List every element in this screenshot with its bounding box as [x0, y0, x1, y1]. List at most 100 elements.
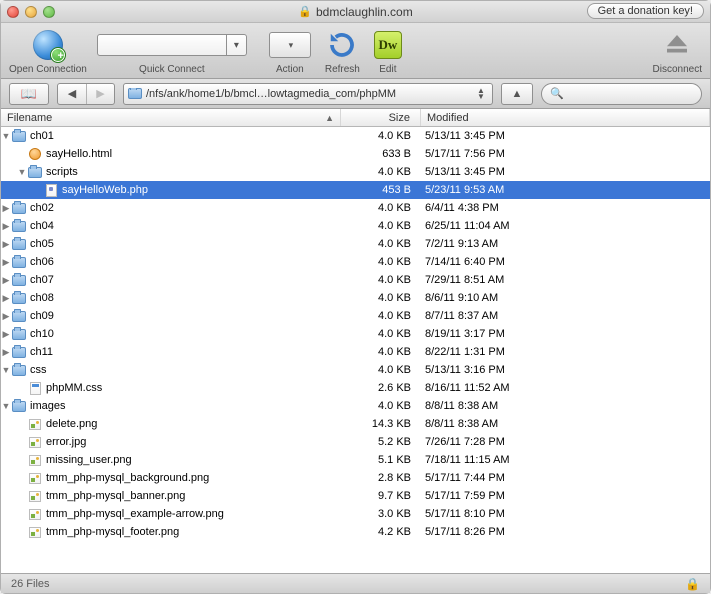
disclosure-triangle-icon[interactable]: ▶: [1, 311, 11, 322]
edit-button[interactable]: Dw Edit: [374, 28, 402, 75]
disconnect-button[interactable]: Disconnect: [653, 28, 702, 75]
file-size: 4.0 KB: [341, 400, 421, 412]
open-connection-label: Open Connection: [9, 64, 87, 75]
action-label: Action: [276, 64, 304, 75]
file-size: 2.6 KB: [341, 382, 421, 394]
file-modified: 5/13/11 3:16 PM: [421, 364, 710, 376]
img-icon: [27, 435, 43, 449]
file-name: tmm_php-mysql_example-arrow.png: [46, 508, 224, 520]
refresh-label: Refresh: [325, 64, 360, 75]
disclosure-triangle-icon[interactable]: ▼: [17, 167, 27, 177]
folder-icon: [11, 309, 27, 323]
disclosure-triangle-icon[interactable]: ▼: [1, 365, 11, 375]
close-button[interactable]: [7, 6, 19, 18]
sort-ascending-icon: ▲: [325, 113, 334, 123]
disclosure-triangle-icon[interactable]: ▶: [1, 275, 11, 286]
up-directory-button[interactable]: ▲: [501, 83, 533, 105]
file-modified: 5/23/11 9:53 AM: [421, 184, 710, 196]
file-name: ch06: [30, 256, 54, 268]
table-row[interactable]: tmm_php-mysql_example-arrow.png3.0 KB5/1…: [1, 505, 710, 523]
refresh-icon: [327, 30, 357, 60]
forward-button[interactable]: ▶: [86, 84, 114, 104]
table-row[interactable]: ▶ch054.0 KB7/2/11 9:13 AM: [1, 235, 710, 253]
disclosure-triangle-icon[interactable]: ▶: [1, 329, 11, 340]
table-row[interactable]: tmm_php-mysql_footer.png4.2 KB5/17/11 8:…: [1, 523, 710, 541]
minimize-button[interactable]: [25, 6, 37, 18]
file-modified: 8/22/11 1:31 PM: [421, 346, 710, 358]
table-row[interactable]: ▶ ch10 4.0 KB8/19/11 3:17 PM: [1, 325, 710, 343]
file-modified: 7/2/11 9:13 AM: [421, 238, 710, 250]
table-row[interactable]: ▶ch094.0 KB8/7/11 8:37 AM: [1, 307, 710, 325]
table-row[interactable]: ▼ch014.0 KB5/13/11 3:45 PM: [1, 127, 710, 145]
disclosure-triangle-icon[interactable]: ▶: [1, 293, 11, 304]
path-dropdown[interactable]: /nfs/ank/home1/b/bmcl…lowtagmedia_com/ph…: [123, 83, 493, 105]
folder-icon: [11, 255, 27, 269]
column-filename[interactable]: Filename ▲: [1, 109, 341, 126]
folder-icon: [11, 345, 27, 359]
file-modified: 8/19/11 3:17 PM: [421, 328, 710, 340]
column-size-label: Size: [389, 112, 410, 124]
book-icon: 📖: [21, 86, 37, 102]
table-row[interactable]: ▶ch024.0 KB6/4/11 4:38 PM: [1, 199, 710, 217]
path-stepper-icon[interactable]: ▲▼: [474, 88, 488, 100]
file-name: sayHelloWeb.php: [62, 184, 148, 196]
table-row[interactable]: ▶ch114.0 KB8/22/11 1:31 PM: [1, 343, 710, 361]
img-icon: [27, 507, 43, 521]
edit-label: Edit: [379, 64, 396, 75]
back-button[interactable]: ◀: [58, 84, 86, 104]
window-title: 🔒 bdmclaughlin.com: [298, 5, 412, 19]
disclosure-triangle-icon[interactable]: ▶: [1, 239, 11, 250]
disclosure-triangle-icon[interactable]: ▶: [1, 203, 11, 214]
disconnect-label: Disconnect: [653, 64, 702, 75]
table-row[interactable]: ▼css4.0 KB5/13/11 3:16 PM: [1, 361, 710, 379]
file-size: 4.0 KB: [341, 202, 421, 214]
table-row[interactable]: ▶ch064.0 KB7/14/11 6:40 PM: [1, 253, 710, 271]
triangle-up-icon: ▲: [512, 88, 523, 100]
quick-connect-field[interactable]: ▾ Quick Connect: [97, 28, 247, 75]
search-input[interactable]: [568, 88, 693, 100]
table-row[interactable]: tmm_php-mysql_banner.png9.7 KB5/17/11 7:…: [1, 487, 710, 505]
table-row[interactable]: ▶ch084.0 KB8/6/11 9:10 AM: [1, 289, 710, 307]
search-field[interactable]: 🔍: [541, 83, 702, 105]
file-size: 14.3 KB: [341, 418, 421, 430]
disclosure-triangle-icon[interactable]: ▼: [1, 131, 11, 141]
table-row[interactable]: error.jpg5.2 KB7/26/11 7:28 PM: [1, 433, 710, 451]
donate-button[interactable]: Get a donation key!: [587, 3, 704, 19]
file-name: error.jpg: [46, 436, 86, 448]
table-row[interactable]: ▶ch074.0 KB7/29/11 8:51 AM: [1, 271, 710, 289]
disclosure-triangle-icon[interactable]: ▶: [1, 221, 11, 232]
file-name: ch08: [30, 292, 54, 304]
lock-icon[interactable]: 🔒: [685, 577, 700, 591]
action-button[interactable]: ▾ Action: [269, 28, 311, 75]
table-row[interactable]: ▶ch044.0 KB6/25/11 11:04 AM: [1, 217, 710, 235]
file-size: 4.2 KB: [341, 526, 421, 538]
table-row[interactable]: ▼images4.0 KB8/8/11 8:38 AM: [1, 397, 710, 415]
open-connection-button[interactable]: Open Connection: [9, 28, 87, 75]
folder-icon: [11, 291, 27, 305]
table-row[interactable]: sayHelloWeb.php453 B5/23/11 9:53 AM: [1, 181, 710, 199]
disclosure-triangle-icon[interactable]: ▶: [1, 257, 11, 268]
refresh-button[interactable]: Refresh: [325, 28, 360, 75]
zoom-button[interactable]: [43, 6, 55, 18]
table-row[interactable]: delete.png14.3 KB8/8/11 8:38 AM: [1, 415, 710, 433]
table-row[interactable]: sayHello.html633 B5/17/11 7:56 PM: [1, 145, 710, 163]
file-size: 3.0 KB: [341, 508, 421, 520]
table-row[interactable]: phpMM.css2.6 KB8/16/11 11:52 AM: [1, 379, 710, 397]
table-row[interactable]: ▼scripts4.0 KB5/13/11 3:45 PM: [1, 163, 710, 181]
disclosure-triangle-icon[interactable]: ▶: [1, 347, 11, 358]
file-modified: 5/13/11 3:45 PM: [421, 130, 710, 142]
disclosure-triangle-icon[interactable]: ▼: [1, 401, 11, 411]
column-size[interactable]: Size: [341, 109, 421, 126]
file-name: ch10: [30, 328, 54, 340]
quick-connect-dropdown-icon[interactable]: ▾: [226, 35, 246, 55]
table-row[interactable]: tmm_php-mysql_background.png2.8 KB5/17/1…: [1, 469, 710, 487]
bookmarks-button[interactable]: 📖: [9, 83, 49, 105]
column-modified[interactable]: Modified: [421, 109, 710, 126]
table-row[interactable]: missing_user.png5.1 KB7/18/11 11:15 AM: [1, 451, 710, 469]
file-name: delete.png: [46, 418, 97, 430]
status-bar: 26 Files 🔒: [1, 573, 710, 593]
file-list[interactable]: ▼ch014.0 KB5/13/11 3:45 PMsayHello.html6…: [1, 127, 710, 573]
folder-icon: [11, 399, 27, 413]
img-icon: [27, 417, 43, 431]
file-size: 4.0 KB: [341, 328, 421, 340]
